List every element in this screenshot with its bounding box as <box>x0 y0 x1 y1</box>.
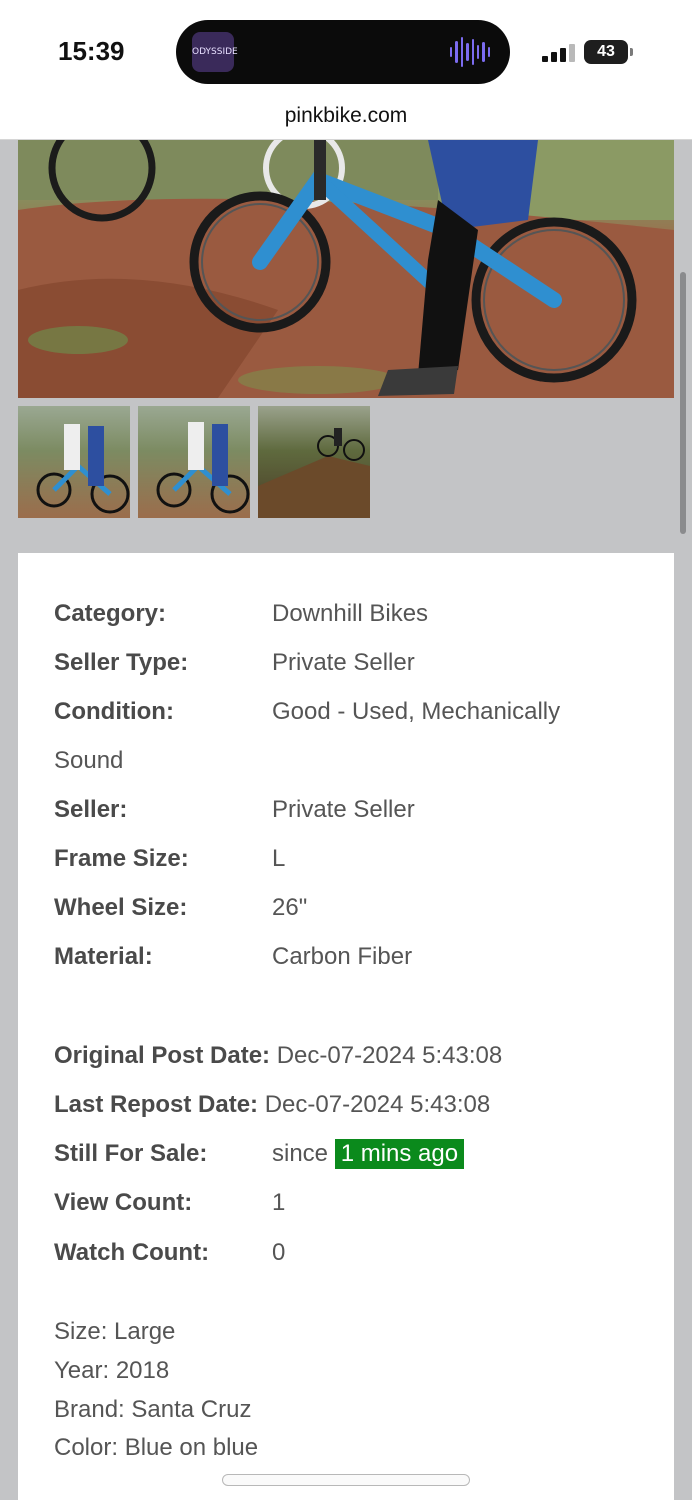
thumbnail-1-image <box>36 424 130 514</box>
wheel-size-label: Wheel Size: <box>54 894 188 921</box>
category-value[interactable]: Downhill Bikes <box>272 599 428 629</box>
dynamic-island[interactable]: ODYSSIDE <box>176 20 510 84</box>
material-row: Material: <box>54 942 153 972</box>
thumbnail-3-image <box>258 428 370 518</box>
clock: 15:39 <box>58 36 125 66</box>
page-scrollbar[interactable] <box>680 272 686 534</box>
still-for-sale-label: Still For Sale: <box>54 1140 208 1167</box>
view-count-row: View Count: <box>54 1188 192 1218</box>
description-size: Size: Large <box>54 1318 176 1345</box>
original-post-row: Original Post Date: Dec-07-2024 5:43:08 <box>54 1041 502 1071</box>
condition-label: Condition: <box>54 698 174 725</box>
watch-count-value: 0 <box>272 1239 286 1266</box>
thumbnail-3[interactable] <box>258 406 370 518</box>
description-color: Color: Blue on blue <box>54 1434 259 1461</box>
condition-value-wrap: Sound <box>54 747 124 774</box>
seller-type-label: Seller Type: <box>54 649 189 676</box>
last-repost-label: Last Repost Date: <box>54 1091 259 1118</box>
still-for-sale-prefix: since <box>272 1140 329 1167</box>
url-bar[interactable]: pinkbike.com <box>0 96 692 140</box>
wheel-size-value: 26" <box>272 894 308 921</box>
audio-waveform-icon <box>450 36 490 68</box>
thumbnail-2-image <box>156 422 250 514</box>
still-for-sale-row: Still For Sale: <box>54 1139 207 1169</box>
category-label: Category: <box>54 600 167 627</box>
frame-size-label: Frame Size: <box>54 845 189 872</box>
frame-size-row: Frame Size: <box>54 844 189 874</box>
frame-size-value: L <box>272 845 286 872</box>
view-count-value: 1 <box>272 1189 286 1216</box>
battery-icon: 43 <box>584 40 633 64</box>
listing-main-photo[interactable] <box>18 140 674 398</box>
thumbnail-1[interactable] <box>18 406 130 518</box>
bike-photo-illustration <box>18 140 674 398</box>
condition-row: Condition: <box>54 697 174 727</box>
still-for-sale-value: since 1 mins ago <box>272 1139 465 1169</box>
seller-type-value: Private Seller <box>272 649 415 676</box>
watch-count-label: Watch Count: <box>54 1239 210 1266</box>
wheel-size-row: Wheel Size: <box>54 893 187 923</box>
thumbnail-2[interactable] <box>138 406 250 518</box>
listing-details-card: Category: Downhill Bikes Seller Type: Pr… <box>18 553 674 1500</box>
home-indicator[interactable] <box>222 1474 470 1486</box>
last-repost-row: Last Repost Date: Dec-07-2024 5:43:08 <box>54 1090 490 1120</box>
cellular-signal-icon <box>542 42 576 62</box>
now-playing-app-icon[interactable]: ODYSSIDE <box>192 32 238 72</box>
seller-label: Seller: <box>54 796 128 823</box>
thumbnail-strip <box>18 406 370 518</box>
material-value: Carbon Fiber <box>272 943 413 970</box>
last-repost-value: Dec-07-2024 5:43:08 <box>264 1091 491 1118</box>
status-bar: 15:39 ODYSSIDE 43 <box>0 0 692 96</box>
condition-value: Good - Used, Mechanically <box>272 698 561 725</box>
original-post-value: Dec-07-2024 5:43:08 <box>276 1042 503 1069</box>
view-count-label: View Count: <box>54 1189 193 1216</box>
category-row: Category: <box>54 599 166 629</box>
original-post-label: Original Post Date: <box>54 1042 271 1069</box>
description-brand: Brand: Santa Cruz <box>54 1396 252 1423</box>
seller-type-row: Seller Type: <box>54 648 188 678</box>
seller-value: Private Seller <box>272 796 415 823</box>
url-text[interactable]: pinkbike.com <box>285 104 408 127</box>
description-year: Year: 2018 <box>54 1357 170 1384</box>
material-label: Material: <box>54 943 153 970</box>
seller-row: Seller: <box>54 795 127 825</box>
watch-count-row: Watch Count: <box>54 1238 209 1268</box>
time-since-badge: 1 mins ago <box>334 1139 465 1169</box>
